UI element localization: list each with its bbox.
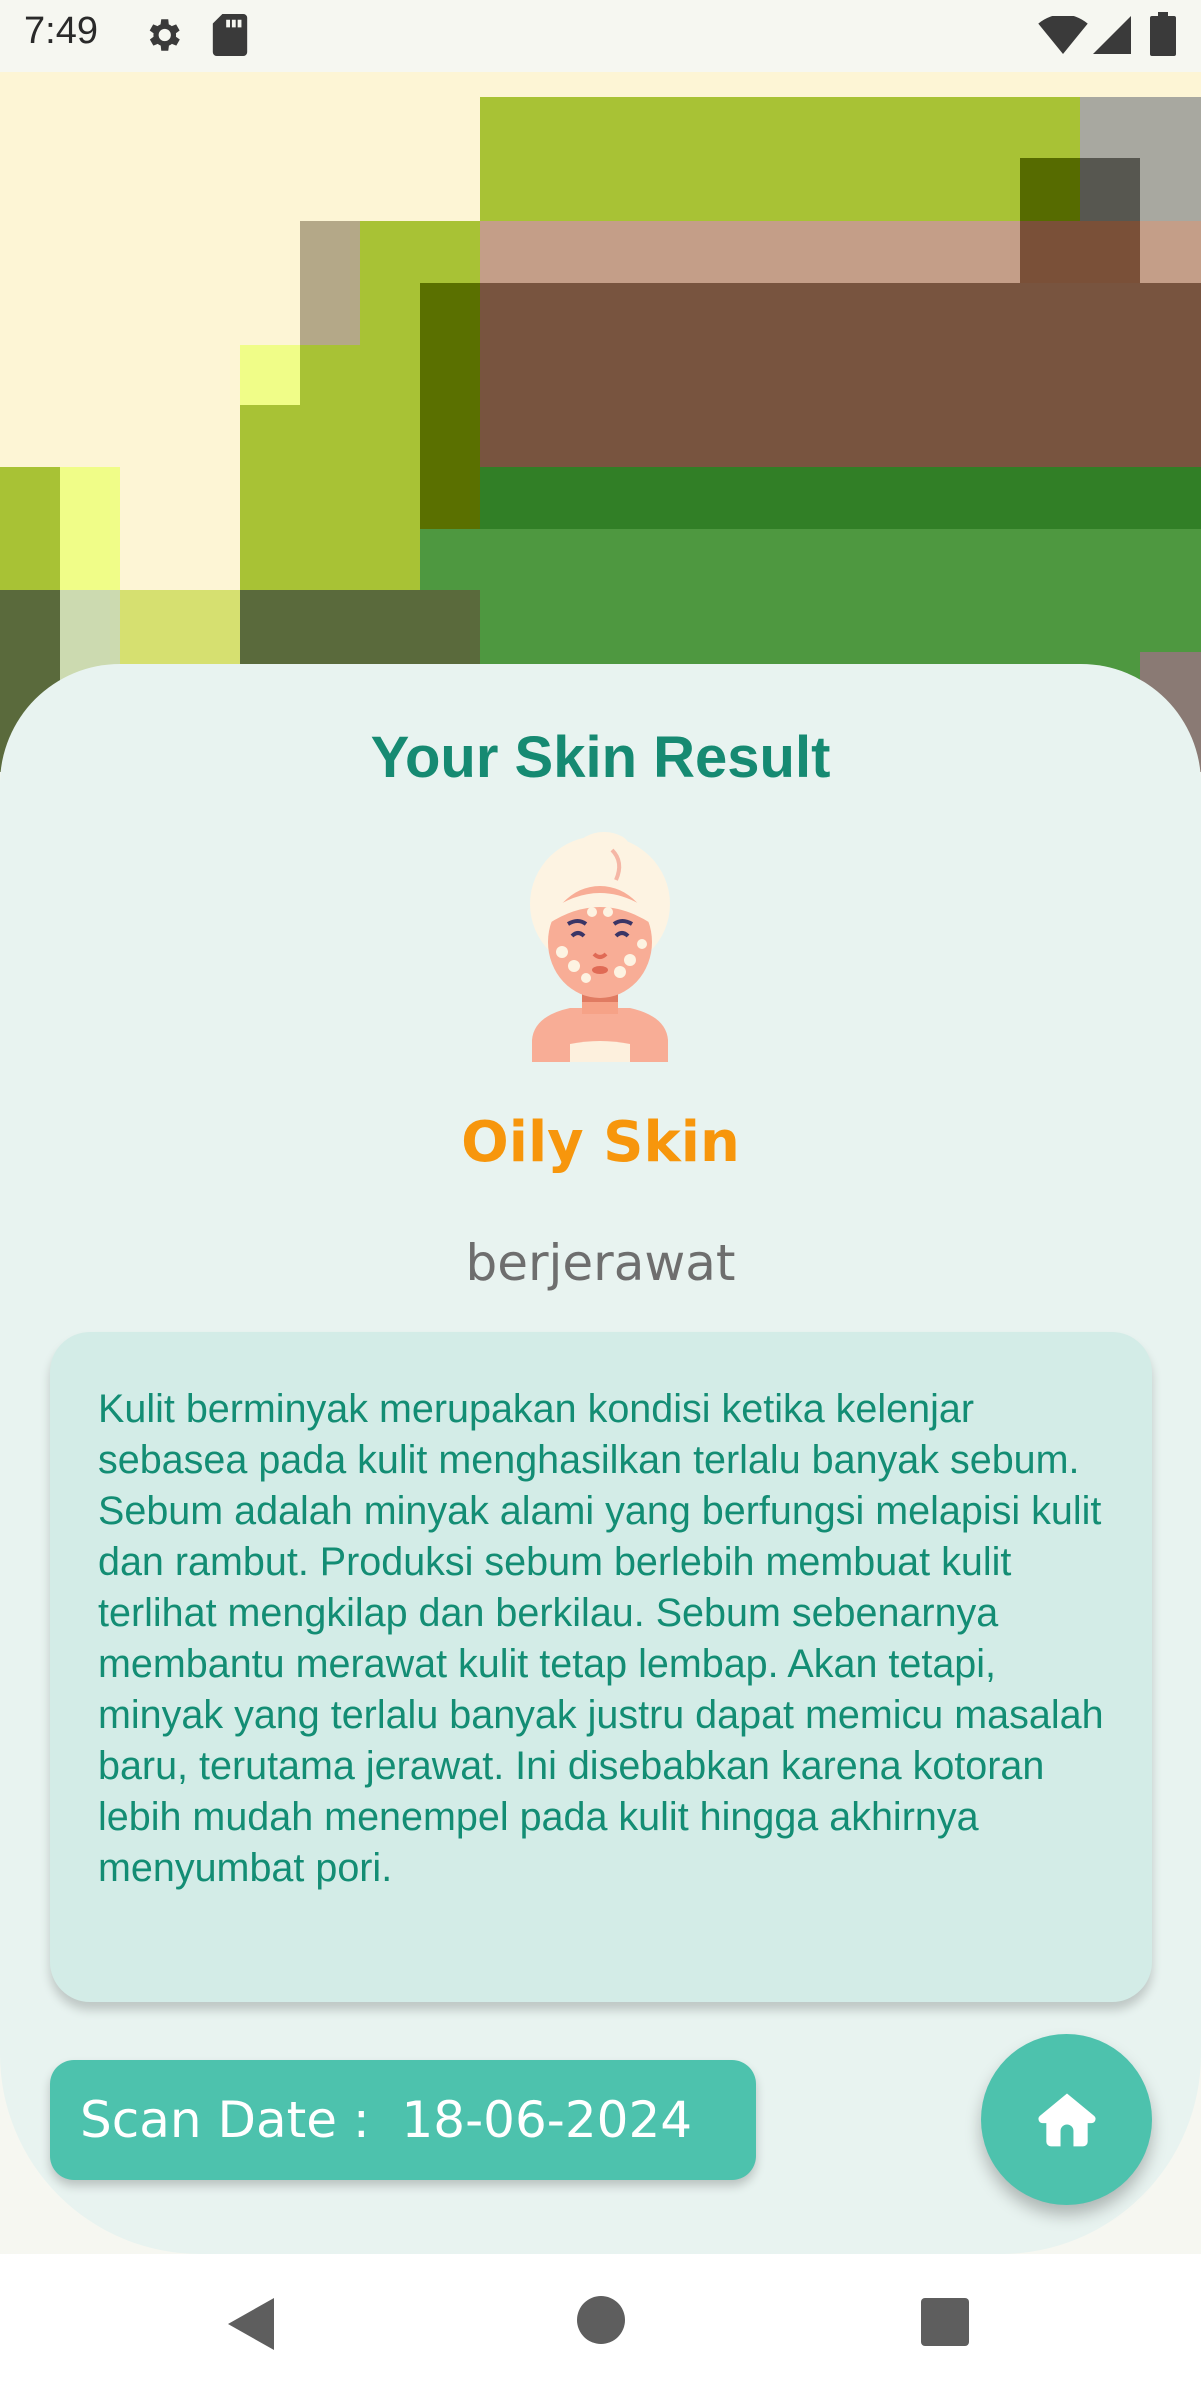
home-circle-icon[interactable] <box>577 2296 625 2348</box>
home-button[interactable] <box>981 2034 1152 2205</box>
gear-icon <box>142 14 184 60</box>
battery-icon <box>1150 12 1176 60</box>
description-box: Kulit berminyak merupakan kondisi ketika… <box>50 1332 1152 2002</box>
acne-face-avatar-icon <box>520 832 680 1062</box>
status-bar: 7:49 <box>0 0 1201 72</box>
wifi-icon <box>1038 14 1088 58</box>
back-icon[interactable] <box>226 2296 276 2356</box>
skin-type-label: Oily Skin <box>461 1110 740 1175</box>
sd-card-icon <box>212 14 248 60</box>
signal-icon <box>1092 16 1132 58</box>
system-nav-bar <box>0 2254 1201 2400</box>
skin-condition-label: berjerawat <box>465 1234 736 1292</box>
result-title: Your Skin Result <box>370 725 831 790</box>
status-time: 7:49 <box>24 10 98 52</box>
skin-description: Kulit berminyak merupakan kondisi ketika… <box>98 1387 1104 1890</box>
scan-date-badge: Scan Date : 18-06-2024 <box>50 2060 756 2180</box>
recents-icon[interactable] <box>921 2298 969 2350</box>
home-icon <box>1036 2087 1098 2153</box>
result-card: Your Skin Result Oily Skin berjerawat Ku… <box>0 664 1201 2254</box>
